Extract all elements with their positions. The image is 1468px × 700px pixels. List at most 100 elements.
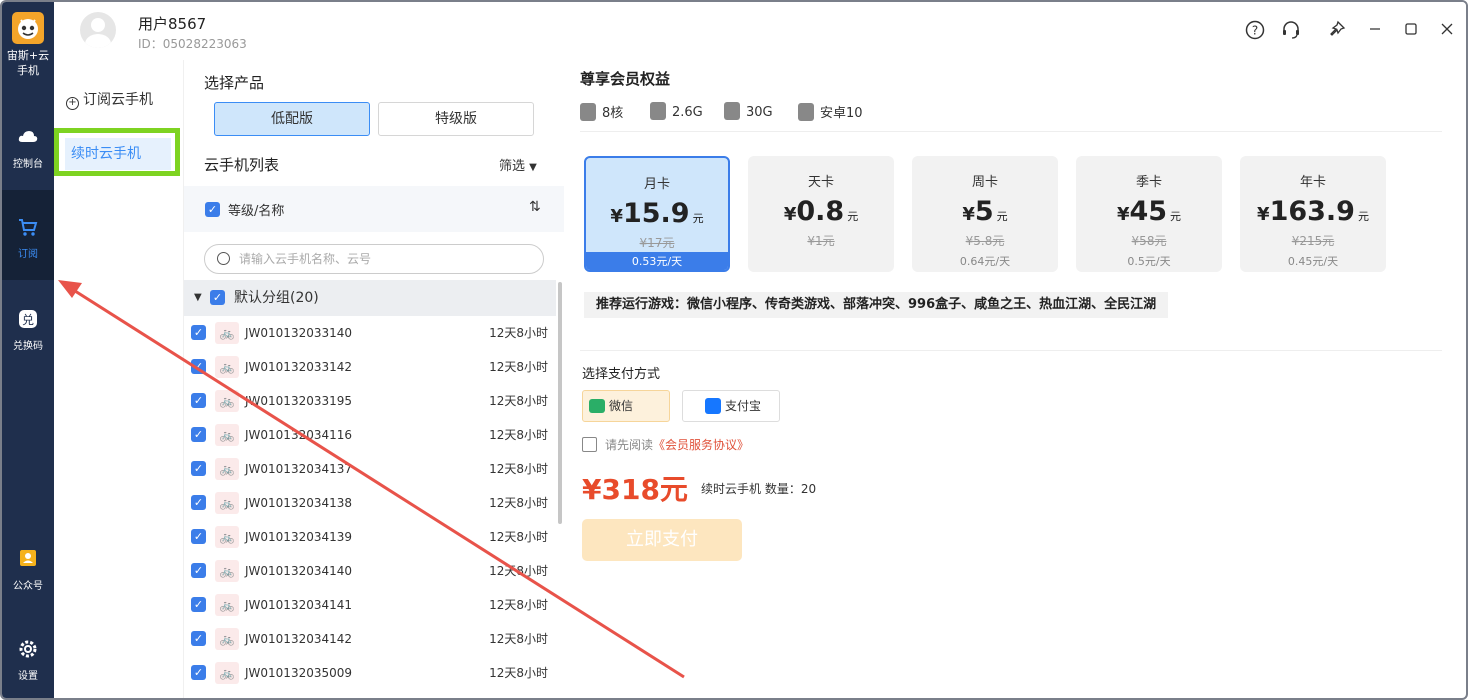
spec-storage: 30G — [724, 102, 773, 120]
plan-card-monthly[interactable]: 月卡 ¥15.9 元 ¥17元 0.53元/天 — [584, 156, 730, 272]
alipay-button[interactable]: 支付宝 — [682, 390, 780, 422]
currency-symbol: ¥ — [1116, 204, 1130, 225]
pin-icon[interactable] — [1326, 20, 1348, 42]
agreement-link[interactable]: 《会员服务协议》 — [653, 438, 749, 452]
row-id: JW010132034140 — [245, 564, 353, 578]
expand-caret-icon[interactable]: ▼ — [194, 280, 202, 316]
agreement-row: 请先阅读《会员服务协议》 — [582, 436, 749, 453]
search-input[interactable]: 请输入云手机名称、云号 — [204, 244, 544, 274]
list-item[interactable]: ✓ 🚲 JW010132033140 12天8小时 — [184, 316, 556, 350]
pay-now-button[interactable]: 立即支付 — [582, 519, 742, 561]
plan-original-price: ¥215元 — [1291, 234, 1335, 248]
rail-subscribe-label: 订阅 — [18, 249, 38, 260]
rail-settings[interactable]: 设置 — [2, 638, 54, 682]
bike-icon: 🚲 — [215, 560, 239, 582]
plan-daily-price: 0.53元/天 — [586, 252, 728, 270]
list-scrollbar[interactable] — [558, 282, 562, 524]
rail-console-label: 控制台 — [13, 159, 43, 170]
bike-icon: 🚲 — [215, 526, 239, 548]
close-icon[interactable] — [1436, 20, 1458, 42]
row-checkbox[interactable]: ✓ — [191, 393, 206, 408]
list-item[interactable]: ✓ 🚲 JW010132033195 12天8小时 — [184, 384, 556, 418]
nav-subscribe-label: 订阅云手机 — [83, 92, 153, 108]
row-id: JW010132034138 — [245, 496, 353, 510]
row-checkbox[interactable]: ✓ — [191, 563, 206, 578]
alipay-icon — [705, 398, 721, 414]
plan-card-yearly[interactable]: 年卡 ¥163.9 元 ¥215元 0.45元/天 — [1240, 156, 1386, 272]
plan-daily-price: 0.64元/天 — [959, 255, 1011, 268]
select-all-checkbox[interactable]: ✓ — [205, 202, 220, 217]
row-checkbox[interactable]: ✓ — [191, 427, 206, 442]
spec-storage-label: 30G — [746, 105, 773, 120]
payment-method-title: 选择支付方式 — [582, 367, 661, 382]
row-checkbox[interactable]: ✓ — [191, 597, 206, 612]
plan-card-weekly[interactable]: 周卡 ¥5 元 ¥5.8元 0.64元/天 — [912, 156, 1058, 272]
plan-original-price: ¥58元 — [1131, 234, 1167, 248]
row-time: 12天8小时 — [489, 496, 548, 510]
row-checkbox[interactable]: ✓ — [191, 631, 206, 646]
row-checkbox[interactable]: ✓ — [191, 359, 206, 374]
agreement-checkbox[interactable] — [582, 437, 597, 452]
caret-down-icon: ▼ — [529, 162, 537, 173]
list-item[interactable]: ✓ 🚲 JW010132034116 12天8小时 — [184, 418, 556, 452]
nav-subscribe-phone[interactable]: + 订阅云手机 — [66, 84, 178, 116]
plan-price: ¥45 元 — [1076, 196, 1222, 227]
row-checkbox[interactable]: ✓ — [191, 461, 206, 476]
username: 用户8567 — [138, 15, 207, 33]
list-item[interactable]: ✓ 🚲 JW010132034138 12天8小时 — [184, 486, 556, 520]
rail-official-account-label: 公众号 — [13, 581, 43, 592]
plan-price: ¥0.8 元 — [748, 196, 894, 227]
customer-service-icon[interactable] — [1280, 20, 1302, 42]
currency-symbol: ¥ — [1257, 204, 1270, 225]
wechat-pay-button[interactable]: 微信 — [582, 390, 670, 422]
wechat-pay-label: 微信 — [609, 399, 634, 413]
list-item[interactable]: ✓ 🚲 JW010132034137 12天8小时 — [184, 452, 556, 486]
row-checkbox[interactable]: ✓ — [191, 325, 206, 340]
bike-icon: 🚲 — [215, 322, 239, 344]
list-item[interactable]: ✓ 🚲 JW010132034140 12天8小时 — [184, 554, 556, 588]
plan-price-unit: 元 — [996, 210, 1008, 223]
group-row[interactable]: ▼ ✓ 默认分组(20) — [184, 280, 556, 316]
list-item[interactable]: ✓ 🚲 JW010132034139 12天8小时 — [184, 520, 556, 554]
purchase-panel: 尊享会员权益 8核 2.6G 30G 安卓10 月卡 ¥15.9 元 ¥17元 0… — [564, 60, 1466, 698]
agreement-prefix: 请先阅读 — [605, 438, 654, 452]
rail-console[interactable]: 控制台 — [2, 126, 54, 176]
plan-price-unit: 元 — [847, 210, 859, 223]
list-item[interactable]: ✓ 🚲 JW010132034142 12天8小时 — [184, 622, 556, 656]
rail-subscribe[interactable]: 订阅 — [2, 190, 54, 280]
row-checkbox[interactable]: ✓ — [191, 495, 206, 510]
list-item[interactable]: ✓ 🚲 JW010132033142 12天8小时 — [184, 350, 556, 384]
version-premium-button[interactable]: 特级版 — [378, 102, 534, 136]
minimize-icon[interactable] — [1364, 20, 1386, 42]
avatar[interactable] — [80, 12, 116, 48]
group-checkbox[interactable]: ✓ — [210, 290, 225, 305]
plan-price: ¥15.9 元 — [586, 198, 728, 229]
currency-symbol: ¥ — [610, 206, 623, 227]
svg-text:兑: 兑 — [22, 313, 34, 327]
search-placeholder: 请输入云手机名称、云号 — [239, 252, 372, 266]
rail-redeem-label: 兑换码 — [13, 341, 43, 352]
filter-dropdown[interactable]: 筛选 ▼ — [499, 155, 537, 174]
list-item[interactable]: ✓ 🚲 JW010132035009 12天8小时 — [184, 656, 556, 690]
row-id: JW010132034137 — [245, 462, 353, 476]
rail-official-account[interactable]: 公众号 — [2, 548, 54, 592]
list-item[interactable]: ✓ 🚲 JW010132034141 12天8小时 — [184, 588, 556, 622]
rail-redeem[interactable]: 兑 兑换码 — [2, 308, 54, 352]
wechat-icon — [589, 399, 605, 413]
row-time: 12天8小时 — [489, 360, 548, 374]
row-checkbox[interactable]: ✓ — [191, 529, 206, 544]
plan-card-daily[interactable]: 天卡 ¥0.8 元 ¥1元 — [748, 156, 894, 272]
plan-card-quarterly[interactable]: 季卡 ¥45 元 ¥58元 0.5元/天 — [1076, 156, 1222, 272]
sort-icon[interactable]: ⇅ — [529, 199, 541, 215]
app-logo[interactable] — [12, 12, 44, 44]
row-checkbox[interactable]: ✓ — [191, 665, 206, 680]
bike-icon: 🚲 — [215, 390, 239, 412]
maximize-icon[interactable] — [1400, 20, 1422, 42]
select-product-title: 选择产品 — [204, 74, 265, 92]
help-icon[interactable]: ? — [1244, 20, 1266, 42]
nav-renew-phone[interactable]: 续时云手机 — [65, 138, 171, 170]
plan-price-unit: 元 — [1170, 210, 1182, 223]
version-low-button[interactable]: 低配版 — [214, 102, 370, 136]
product-panel: 选择产品 低配版 特级版 云手机列表 筛选 ▼ ✓ 等级/名称 ⇅ 请输入云手机… — [184, 60, 564, 698]
redeem-icon: 兑 — [17, 308, 39, 330]
